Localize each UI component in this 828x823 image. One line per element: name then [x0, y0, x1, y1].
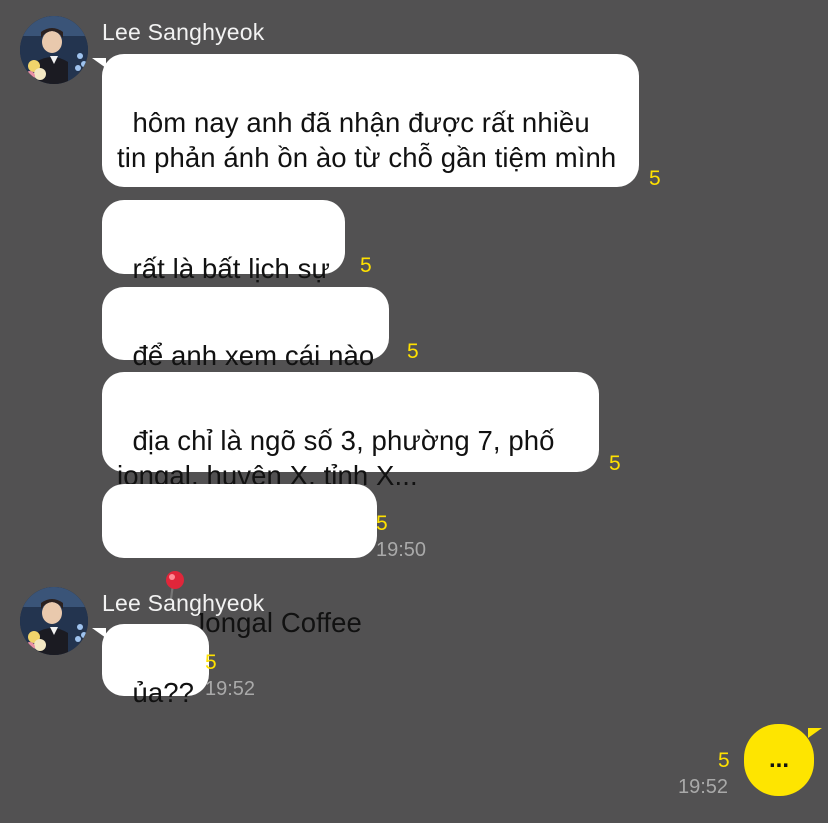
message-text: ...: [768, 746, 789, 773]
message-text: ủa??: [132, 677, 195, 708]
message-bubble[interactable]: địa chỉ là ngõ số 3, phường 7, phố jonga…: [102, 372, 599, 491]
unread-count: 5: [205, 651, 217, 674]
message-bubble[interactable]: ủa??: [91, 624, 210, 708]
message-bubble[interactable]: hôm nay anh đã nhận được rất nhiều tin p…: [92, 54, 639, 187]
unread-count: 5: [718, 749, 730, 772]
sender-name: Lee Sanghyeok: [102, 19, 265, 45]
avatar[interactable]: [20, 587, 88, 655]
message-bubble[interactable]: để anh xem cái nào: [102, 287, 390, 371]
sender-name: Lee Sanghyeok: [102, 590, 265, 616]
message-text: địa chỉ là ngõ số 3, phường 7, phố jonga…: [117, 425, 563, 491]
unread-count: 5: [360, 254, 372, 277]
message-bubble[interactable]: rất là bất lịch sự: [102, 200, 345, 284]
message-text: để anh xem cái nào: [132, 340, 375, 371]
message-text: hôm nay anh đã nhận được rất nhiều tin p…: [117, 107, 617, 173]
unread-count: 5: [609, 452, 621, 475]
my-message-bubble[interactable]: ...: [744, 724, 822, 796]
avatar[interactable]: [20, 16, 88, 84]
unread-count: 5: [407, 340, 419, 363]
message-timestamp: 19:52: [205, 678, 256, 700]
message-timestamp: 19:50: [376, 539, 427, 561]
unread-count: 5: [376, 512, 388, 535]
location-bubble[interactable]: Jongal Coffee: [102, 484, 377, 638]
profile-photo: [20, 16, 88, 84]
message-text: rất là bất lịch sự: [132, 253, 330, 284]
unread-count: 5: [649, 167, 661, 190]
message-timestamp: 19:52: [678, 776, 729, 798]
profile-photo: [20, 587, 88, 655]
